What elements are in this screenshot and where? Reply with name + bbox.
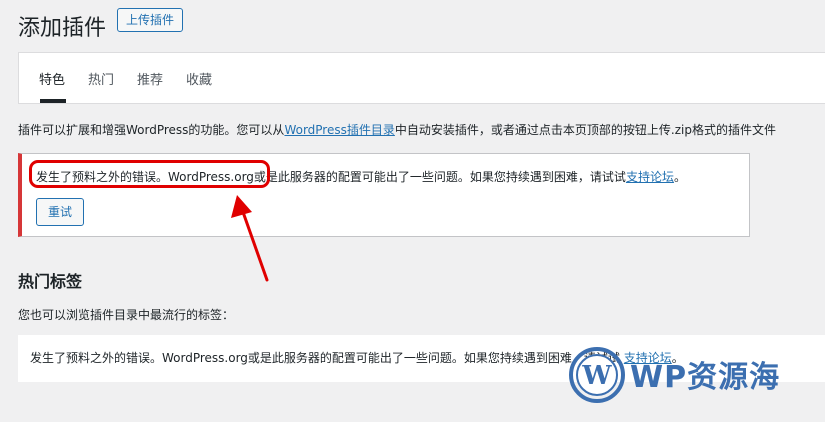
page-title: 添加插件: [18, 16, 107, 41]
intro-text-before: 插件可以扩展和增强WordPress的功能。您可以从: [18, 123, 285, 137]
popular-tags-heading: 热门标签: [18, 272, 83, 291]
plugin-directory-link[interactable]: WordPress插件目录: [284, 123, 394, 137]
popular-tags-description: 您也可以浏览插件目录中最流行的标签：: [18, 308, 235, 322]
wordpress-logo-icon: W: [569, 347, 625, 403]
plugin-filter-tabs: 特色 热门 推荐 收藏: [18, 52, 825, 104]
tab-popular[interactable]: 热门: [88, 69, 114, 88]
error-message-end: 。: [673, 170, 686, 184]
tab-featured[interactable]: 特色: [39, 69, 65, 88]
retry-button[interactable]: 重试: [36, 198, 84, 226]
active-tab-indicator: [40, 99, 66, 103]
watermark-text: WP资源海: [630, 360, 781, 395]
annotation-highlight-box: [29, 160, 270, 188]
svg-text:W: W: [581, 361, 612, 391]
tags-error-text: 发生了预料之外的错误。WordPress.org或是此服务器的配置可能出了一些问…: [30, 351, 620, 365]
tab-favorites[interactable]: 收藏: [186, 69, 212, 88]
site-watermark: W WP资源海: [568, 342, 818, 412]
intro-text: 插件可以扩展和增强WordPress的功能。您可以从WordPress插件目录中…: [18, 121, 776, 138]
upload-plugin-button[interactable]: 上传插件: [117, 8, 184, 32]
tab-recommended[interactable]: 推荐: [137, 69, 163, 88]
support-forum-link[interactable]: 支持论坛: [626, 170, 674, 184]
intro-text-after: 中自动安装插件，或者通过点击本页顶部的按钮上传.zip格式的插件文件: [394, 123, 776, 137]
